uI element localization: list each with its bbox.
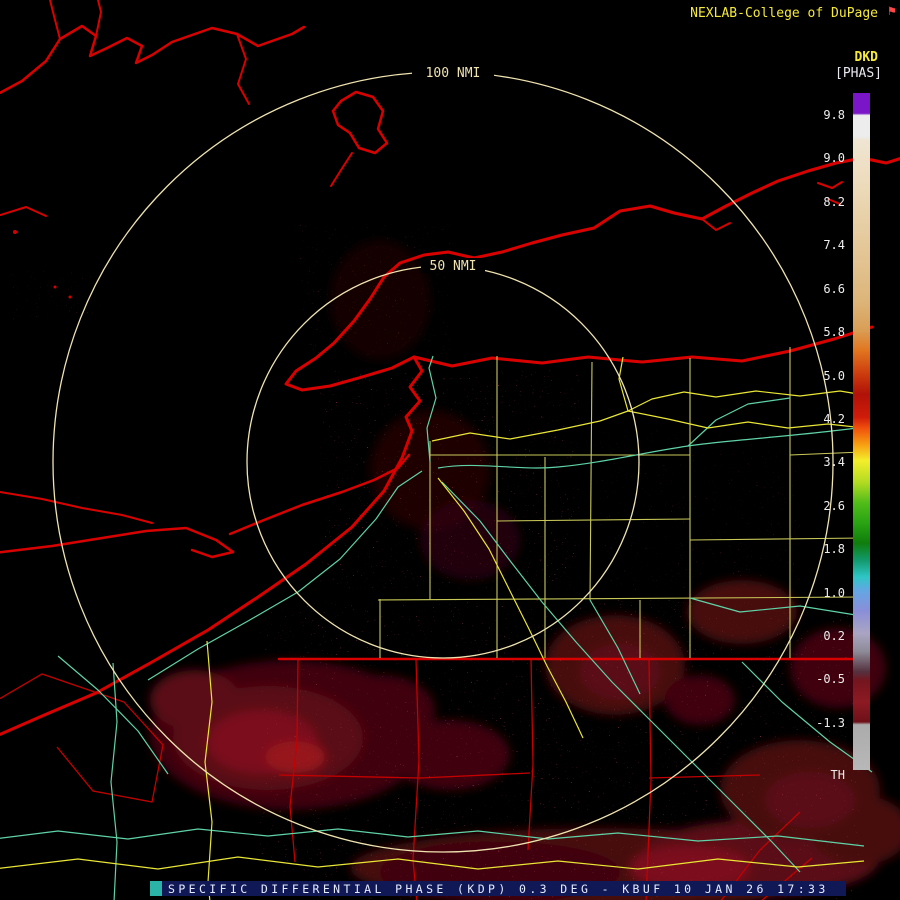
colorbar-tick: 8.2 <box>823 195 845 209</box>
range-ring-outer-label: 100 NMI <box>426 66 481 81</box>
georgian-bay-rivers <box>0 26 304 96</box>
colorbar-tick: 5.0 <box>823 369 845 383</box>
colorbar-tick: 0.2 <box>823 629 845 643</box>
colorbar-tick: 2.6 <box>823 499 845 513</box>
colorbar-tick: 1.8 <box>823 542 845 556</box>
product-units-label: [PHAS] <box>835 66 882 81</box>
colorbar-tick: 9.8 <box>823 108 845 122</box>
colorbar-tick: 4.2 <box>823 412 845 426</box>
lake-erie-north-shore <box>0 528 233 557</box>
status-bar: SPECIFIC DIFFERENTIAL PHASE (KDP) 0.3 DE… <box>150 881 846 896</box>
colorbar-tick: 5.8 <box>823 325 845 339</box>
flag-icon: ⚑ <box>888 4 896 19</box>
range-ring-inner-label: 50 NMI <box>430 259 477 274</box>
colorbar <box>853 93 870 770</box>
colorbar-tick: 1.0 <box>823 586 845 600</box>
radar-screen: 100 NMI 50 NMI NEXLAB-College of DuPage … <box>0 0 900 900</box>
colorbar-tick: 6.6 <box>823 282 845 296</box>
lake-simcoe <box>333 92 387 153</box>
attribution-text: NEXLAB-College of DuPage <box>690 6 878 21</box>
threshold-label: TH <box>831 768 845 782</box>
radar-map: 100 NMI 50 NMI <box>0 0 900 900</box>
colorbar-tick: 7.4 <box>823 238 845 252</box>
colorbar-ticks: 9.8 9.0 8.2 7.4 6.6 5.8 5.0 4.2 3.4 2.6 … <box>803 108 845 730</box>
colorbar-tick: -0.5 <box>816 672 845 686</box>
status-bar-text: SPECIFIC DIFFERENTIAL PHASE (KDP) 0.3 DE… <box>162 882 829 896</box>
colorbar-tick: -1.3 <box>816 716 845 730</box>
status-accent-block <box>150 881 162 896</box>
product-code-label: DKD <box>855 50 878 65</box>
colorbar-tick: 3.4 <box>823 455 845 469</box>
colorbar-tick: 9.0 <box>823 151 845 165</box>
